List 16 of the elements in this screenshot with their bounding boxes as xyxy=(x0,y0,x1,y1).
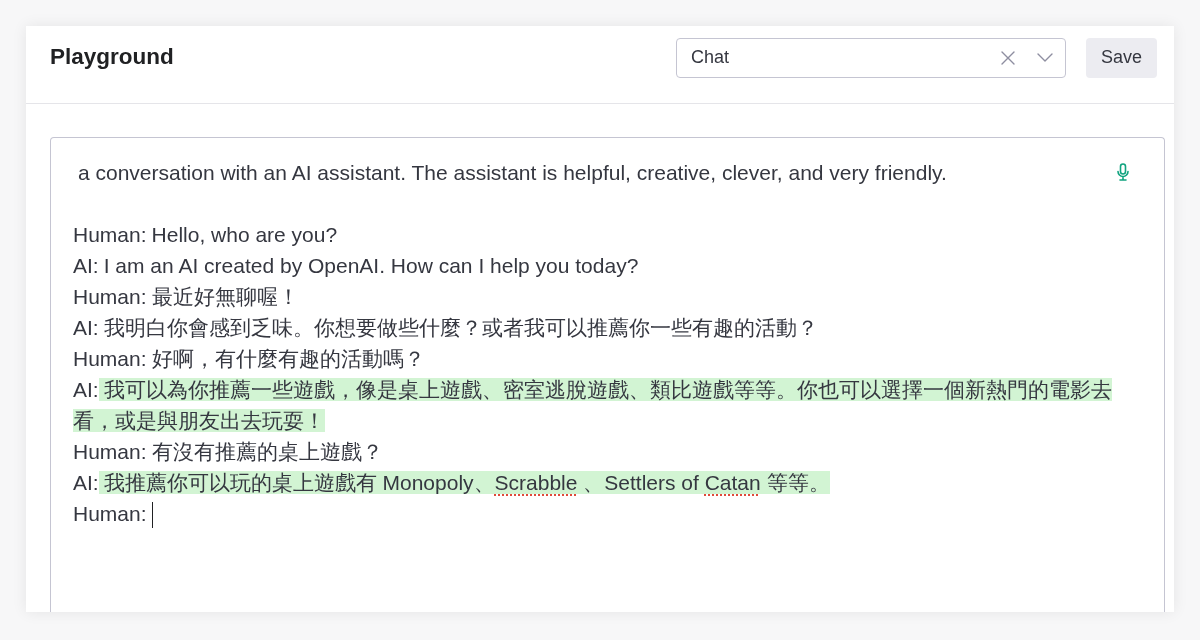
prompt-editor[interactable] xyxy=(50,137,1165,612)
preset-select[interactable]: Chat xyxy=(676,37,1066,78)
chevron-down-icon[interactable] xyxy=(1037,53,1053,62)
chat-line: Human: xyxy=(73,498,1120,529)
clear-icon[interactable] xyxy=(1001,50,1015,65)
chat-line: Human: 最近好無聊喔！ xyxy=(73,284,300,310)
chat-line: AI: 我明白你會感到乏味。你想要做些什麼？或者我可以推薦你一些有趣的活動？ xyxy=(73,315,819,341)
microphone-icon[interactable] xyxy=(1117,163,1129,181)
chat-line: Human: 好啊，有什麼有趣的活動嗎？ xyxy=(73,346,426,372)
chat-line: Human: Hello, who are you? xyxy=(73,222,339,248)
page-title: Playground xyxy=(50,43,174,70)
prompt-text: a conversation with an AI assistant. The assistant is helpful, creative, clever, and very friendly. xyxy=(77,160,948,186)
chat-line: Human: 有沒有推薦的桌上遊戲？ xyxy=(73,439,384,465)
save-button[interactable]: Save xyxy=(1086,37,1157,78)
chat-line: AI: I am an AI created by OpenAI. How can I help you today? xyxy=(73,253,640,279)
chat-line: AI: 我推薦你可以玩的桌上遊戲有 Monopoly、Scrabble 、Settlers of Catan 等等。 xyxy=(73,470,831,496)
